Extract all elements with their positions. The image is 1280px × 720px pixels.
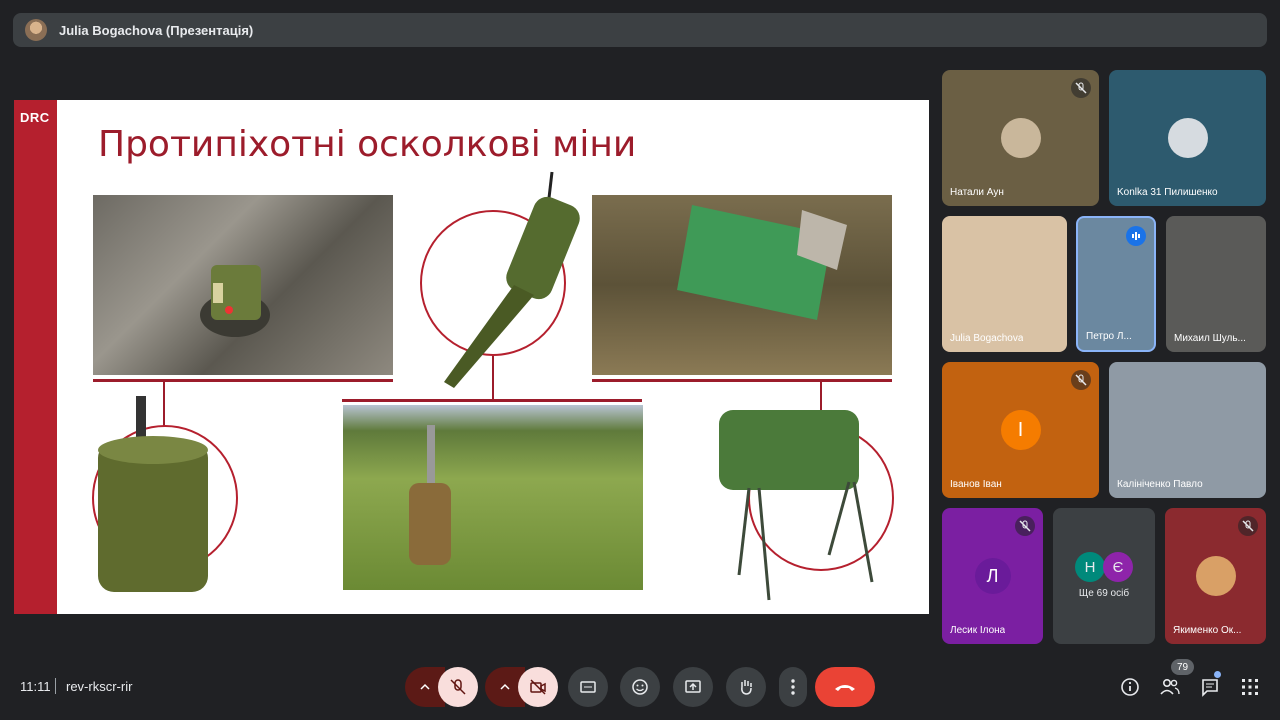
participant-name: Михаил Шуль... (1174, 333, 1246, 344)
captions-icon (580, 681, 596, 693)
participant-tile[interactable]: Л Лесик Ілона (942, 508, 1043, 644)
participant-name: Konlka 31 Пилишенко (1117, 187, 1218, 198)
meeting-controls-bar: 11:11 rev-rkscr-rir (0, 660, 1280, 720)
divider-line (93, 379, 393, 382)
participant-tile[interactable]: Петро Л... (1076, 216, 1156, 352)
participant-tile[interactable]: Калініченко Павло (1109, 362, 1266, 498)
participant-name: Julia Bogachova (950, 333, 1024, 344)
more-options-button[interactable] (779, 667, 807, 707)
participant-tile[interactable]: Натали Аун (942, 70, 1099, 206)
divider-line (592, 379, 892, 382)
people-button[interactable] (1158, 675, 1182, 699)
avatar: І (1000, 410, 1041, 450)
claymore-mine-image (719, 410, 874, 601)
captions-button[interactable] (568, 667, 608, 707)
presenter-title: Julia Bogachova (Презентація) (59, 22, 254, 38)
speaking-icon (1126, 226, 1146, 246)
presenter-bar: Julia Bogachova (Презентація) (13, 13, 1267, 47)
more-vert-icon (791, 679, 795, 695)
presenter-avatar (25, 19, 47, 41)
avatar (1167, 118, 1208, 158)
participant-name: Іванов Іван (950, 479, 1002, 490)
people-icon (1160, 678, 1180, 695)
hand-icon (741, 680, 752, 695)
slide-side-bar (14, 100, 57, 614)
participant-tile[interactable]: Михаил Шуль... (1166, 216, 1266, 352)
more-participants-label: Ще 69 осіб (1078, 588, 1130, 599)
participant-name: Лесик Ілона (950, 625, 1006, 636)
camera-toggle-button[interactable] (518, 667, 558, 707)
more-participants-tile[interactable]: Н Є Ще 69 осіб (1053, 508, 1155, 644)
leave-call-button[interactable] (815, 667, 875, 707)
participant-tile[interactable]: Julia Bogachova (942, 216, 1067, 352)
divider (55, 678, 56, 694)
meeting-details-button[interactable] (1118, 675, 1142, 699)
chat-icon (1202, 679, 1218, 697)
hang-up-icon (835, 685, 855, 691)
participant-name: Петро Л... (1086, 331, 1132, 342)
avatar: Л (974, 558, 1011, 594)
participant-name: Калініченко Павло (1117, 479, 1203, 490)
stake-mine-image (444, 171, 580, 388)
chat-notification-dot (1214, 671, 1221, 678)
photo-directional-mine-grass (592, 195, 892, 375)
people-count-badge: 79 (1171, 659, 1194, 675)
photo-mine-in-soil (93, 195, 393, 375)
participant-tile[interactable]: І Іванов Іван (942, 362, 1099, 498)
chat-button[interactable] (1198, 675, 1222, 699)
avatar: Н (1075, 552, 1105, 582)
meeting-code: rev-rkscr-rir (66, 679, 133, 694)
apps-grid-icon (1242, 679, 1258, 695)
participant-tile[interactable]: Якименко Ок... (1165, 508, 1266, 644)
mic-off-icon (450, 679, 466, 695)
activities-button[interactable] (1238, 675, 1262, 699)
present-button[interactable] (673, 667, 713, 707)
mic-off-icon (1071, 370, 1091, 390)
drc-logo: DRC (20, 110, 50, 125)
divider-line (342, 399, 642, 402)
clock: 11:11 (20, 679, 51, 694)
camera-off-icon (530, 679, 546, 695)
present-screen-icon (685, 680, 701, 693)
slide-title: Протипіхотні осколкові міни (98, 124, 637, 165)
participant-name: Якименко Ок... (1173, 625, 1242, 636)
participant-name: Натали Аун (950, 187, 1004, 198)
mic-off-icon (1015, 516, 1035, 536)
avatar: Є (1103, 552, 1133, 582)
presentation-slide: DRC Протипіхотні осколкові міни (14, 100, 929, 614)
raise-hand-button[interactable] (726, 667, 766, 707)
avatar (1000, 118, 1041, 158)
info-icon (1121, 678, 1139, 696)
microphone-toggle-button[interactable] (438, 667, 478, 707)
cylinder-mine-image (98, 396, 208, 592)
connector-line (492, 356, 494, 401)
mic-off-icon (1238, 516, 1258, 536)
mic-off-icon (1071, 78, 1091, 98)
photo-stake-mine-field (343, 405, 643, 590)
reactions-button[interactable] (620, 667, 660, 707)
participant-tile[interactable]: Konlka 31 Пилишенко (1109, 70, 1266, 206)
avatar (1195, 556, 1236, 596)
emoji-icon (632, 679, 648, 695)
